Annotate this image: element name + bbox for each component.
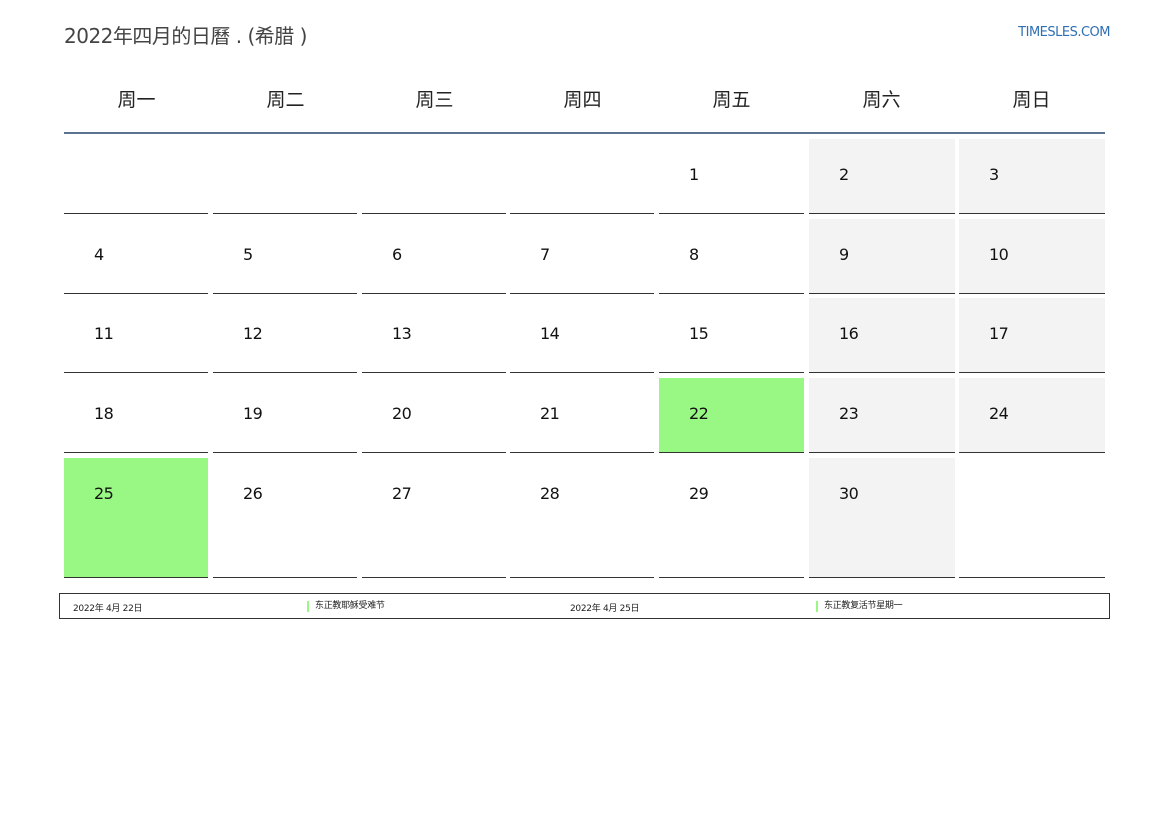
- weekday-tue: 周二: [266, 89, 305, 111]
- day-number: 24: [989, 404, 1009, 423]
- page-title: 2022年四月的日曆 . (希腊 ): [64, 24, 307, 48]
- empty-day-cell: [959, 458, 1105, 578]
- day-cell[interactable]: 20: [362, 378, 506, 453]
- day-cell[interactable]: 12: [213, 298, 357, 373]
- day-number: 12: [243, 324, 263, 343]
- weekday-mon: 周一: [117, 89, 156, 111]
- day-number: 1: [689, 165, 699, 184]
- weekday-sun: 周日: [1012, 89, 1051, 111]
- day-cell[interactable]: 30: [809, 458, 955, 578]
- day-cell[interactable]: 27: [362, 458, 506, 578]
- day-number: 2: [839, 165, 849, 184]
- day-cell[interactable]: 16: [809, 298, 955, 373]
- day-number: 18: [94, 404, 114, 423]
- day-number: 5: [243, 245, 253, 264]
- day-number: 11: [94, 324, 114, 343]
- day-number: 28: [540, 484, 560, 503]
- day-number: 15: [689, 324, 709, 343]
- day-cell[interactable]: 13: [362, 298, 506, 373]
- holiday-name: 东正教耶稣受难节: [307, 601, 385, 612]
- day-cell[interactable]: 11: [64, 298, 208, 373]
- day-cell[interactable]: 15: [659, 298, 804, 373]
- day-cell[interactable]: 6: [362, 219, 506, 294]
- day-cell[interactable]: 10: [959, 219, 1105, 294]
- day-number: 23: [839, 404, 859, 423]
- weekday-thu: 周四: [563, 89, 602, 111]
- day-number: 13: [392, 324, 412, 343]
- day-cell[interactable]: 14: [510, 298, 654, 373]
- site-link[interactable]: TIMESLES.COM: [1018, 25, 1110, 40]
- day-cell[interactable]: 8: [659, 219, 804, 294]
- day-number: 20: [392, 404, 412, 423]
- day-cell[interactable]: 2: [809, 139, 955, 214]
- day-cell[interactable]: 25: [64, 458, 208, 578]
- day-number: 9: [839, 245, 849, 264]
- day-number: 22: [689, 404, 709, 423]
- holiday-name: 东正教复活节星期一: [816, 601, 903, 612]
- day-cell[interactable]: 28: [510, 458, 654, 578]
- empty-day-cell: [362, 139, 506, 214]
- day-cell[interactable]: 22: [659, 378, 804, 453]
- day-number: 17: [989, 324, 1009, 343]
- day-cell[interactable]: 26: [213, 458, 357, 578]
- weekday-header-row: 周一 周二 周三 周四 周五 周六 周日: [64, 68, 1105, 134]
- day-number: 8: [689, 245, 699, 264]
- day-number: 3: [989, 165, 999, 184]
- day-cell[interactable]: 5: [213, 219, 357, 294]
- day-cell[interactable]: 24: [959, 378, 1105, 453]
- day-cell[interactable]: 4: [64, 219, 208, 294]
- weekday-fri: 周五: [712, 89, 751, 111]
- empty-day-cell: [510, 139, 654, 214]
- holiday-date: 2022年 4月 25日: [570, 604, 640, 614]
- day-number: 25: [94, 484, 114, 503]
- day-number: 21: [540, 404, 560, 423]
- holiday-legend: 2022年 4月 22日 东正教耶稣受难节 2022年 4月 25日 东正教复活…: [59, 593, 1110, 619]
- day-cell[interactable]: 17: [959, 298, 1105, 373]
- day-cell[interactable]: 3: [959, 139, 1105, 214]
- empty-day-cell: [64, 139, 208, 214]
- day-number: 10: [989, 245, 1009, 264]
- day-cell[interactable]: 19: [213, 378, 357, 453]
- day-cell[interactable]: 7: [510, 219, 654, 294]
- day-number: 4: [94, 245, 104, 264]
- day-cell[interactable]: 1: [659, 139, 804, 214]
- day-number: 29: [689, 484, 709, 503]
- day-cell[interactable]: 29: [659, 458, 804, 578]
- day-cell[interactable]: 18: [64, 378, 208, 453]
- day-number: 30: [839, 484, 859, 503]
- empty-day-cell: [213, 139, 357, 214]
- day-number: 7: [540, 245, 550, 264]
- day-number: 27: [392, 484, 412, 503]
- day-cell[interactable]: 23: [809, 378, 955, 453]
- weekday-sat: 周六: [862, 89, 901, 111]
- day-number: 14: [540, 324, 560, 343]
- day-number: 6: [392, 245, 402, 264]
- day-cell[interactable]: 21: [510, 378, 654, 453]
- weekday-wed: 周三: [415, 89, 454, 111]
- day-number: 26: [243, 484, 263, 503]
- day-number: 19: [243, 404, 263, 423]
- day-number: 16: [839, 324, 859, 343]
- holiday-date: 2022年 4月 22日: [73, 604, 143, 614]
- day-cell[interactable]: 9: [809, 219, 955, 294]
